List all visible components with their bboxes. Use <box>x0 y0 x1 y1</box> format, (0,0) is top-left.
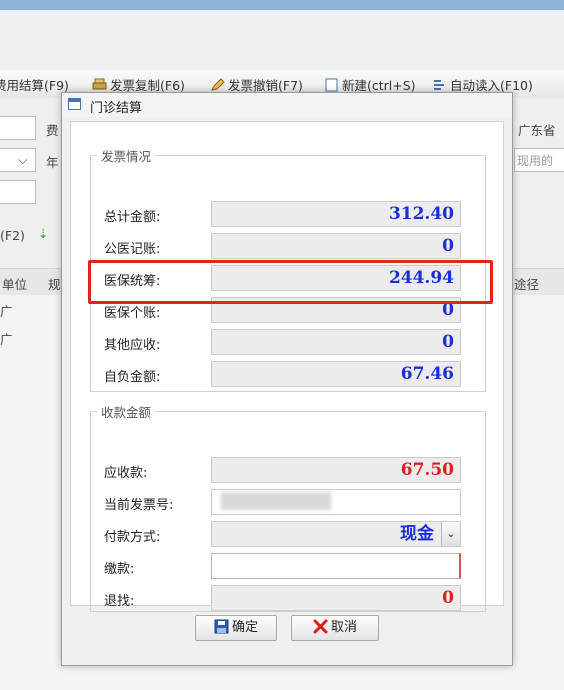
invoice-number-row: 当前发票号: <box>91 489 485 515</box>
public-medical-label: 公医记账: <box>104 242 161 257</box>
change-label: 退找: <box>104 594 135 609</box>
chevron-down-icon[interactable]: ⌄ <box>441 522 460 546</box>
bg-row-marker-2: 广 <box>0 332 13 347</box>
bg-tab-label[interactable]: (F2) <box>0 228 25 243</box>
other-receivable-value: 0 <box>211 329 461 355</box>
invoice-number-label: 当前发票号: <box>104 498 174 513</box>
window-title-bar <box>0 0 564 10</box>
bg-col-fee: 规 <box>48 277 61 292</box>
dialog-title: 门诊结算 <box>90 101 143 116</box>
bg-chevron-down-icon[interactable]: ⌵ <box>18 152 27 168</box>
window-icon <box>68 98 81 110</box>
total-amount-label: 总计金额: <box>104 210 161 225</box>
bg-col-channel: 途径 <box>514 277 540 292</box>
printer-icon <box>92 78 107 90</box>
payment-method-value: 现金 <box>400 524 434 544</box>
receivable-label: 应收款: <box>104 466 148 481</box>
cancel-button[interactable]: 取消 <box>291 615 379 641</box>
document-icon <box>325 78 338 92</box>
other-receivable-label: 其他应收: <box>104 338 161 353</box>
payment-method-select[interactable]: 现金 ⌄ <box>211 521 461 547</box>
payment-method-label: 付款方式: <box>104 530 161 545</box>
self-pay-row: 自负金额: 67.46 <box>91 361 485 387</box>
bg-province: 广东省 <box>518 123 556 138</box>
invoice-group-legend: 发票情况 <box>101 149 152 164</box>
receivable-value: 67.50 <box>211 457 461 483</box>
insurance-personal-label: 医保个账: <box>104 306 161 321</box>
payment-input[interactable] <box>211 553 461 579</box>
total-amount-value: 312.40 <box>211 201 461 227</box>
settlement-dialog: 门诊结算 发票情况 总计金额: 312.40 公医记账: 0 医保统筹: 244… <box>61 92 513 666</box>
self-pay-label: 自负金额: <box>104 370 161 385</box>
payment-group-legend: 收款金额 <box>101 405 152 420</box>
bg-col-unit: 单位 <box>2 277 28 292</box>
bg-row-marker: 广 <box>0 304 13 319</box>
public-medical-row: 公医记账: 0 <box>91 233 485 259</box>
dialog-body: 发票情况 总计金额: 312.40 公医记账: 0 医保统筹: 244.94 医… <box>70 121 504 612</box>
settle-fee-button[interactable]: 费用结算(F9) <box>0 75 69 94</box>
bg-input-3[interactable] <box>0 180 36 204</box>
change-row: 退找: 0 <box>91 585 485 611</box>
redaction-blur <box>221 492 331 510</box>
dialog-title-bar[interactable]: 门诊结算 <box>62 93 512 117</box>
app-header-area <box>0 10 564 70</box>
bg-right-field[interactable]: 现用的 <box>514 148 564 172</box>
bg-tab-icon: ⇣ <box>38 226 49 241</box>
bg-input-1[interactable] <box>0 116 36 140</box>
payment-label: 缴款: <box>104 562 135 577</box>
total-amount-row: 总计金额: 312.40 <box>91 201 485 227</box>
bg-label-fee: 费 <box>46 123 59 138</box>
ok-button[interactable]: 确定 <box>195 615 277 641</box>
self-pay-value: 67.46 <box>211 361 461 387</box>
bg-label-year: 年 <box>46 155 59 170</box>
payment-row: 缴款: <box>91 553 485 579</box>
pencil-icon <box>211 78 225 91</box>
close-icon <box>313 619 328 634</box>
receivable-row: 应收款: 67.50 <box>91 457 485 483</box>
highlight-annotation <box>88 260 493 304</box>
save-icon <box>214 619 229 634</box>
import-icon <box>434 80 444 90</box>
change-value: 0 <box>211 585 461 611</box>
public-medical-value: 0 <box>211 233 461 259</box>
other-receivable-row: 其他应收: 0 <box>91 329 485 355</box>
payment-group: 收款金额 应收款: 67.50 当前发票号: 付款方式: 现金 ⌄ 缴款: 退找… <box>90 402 486 612</box>
payment-method-row: 付款方式: 现金 ⌄ <box>91 521 485 547</box>
